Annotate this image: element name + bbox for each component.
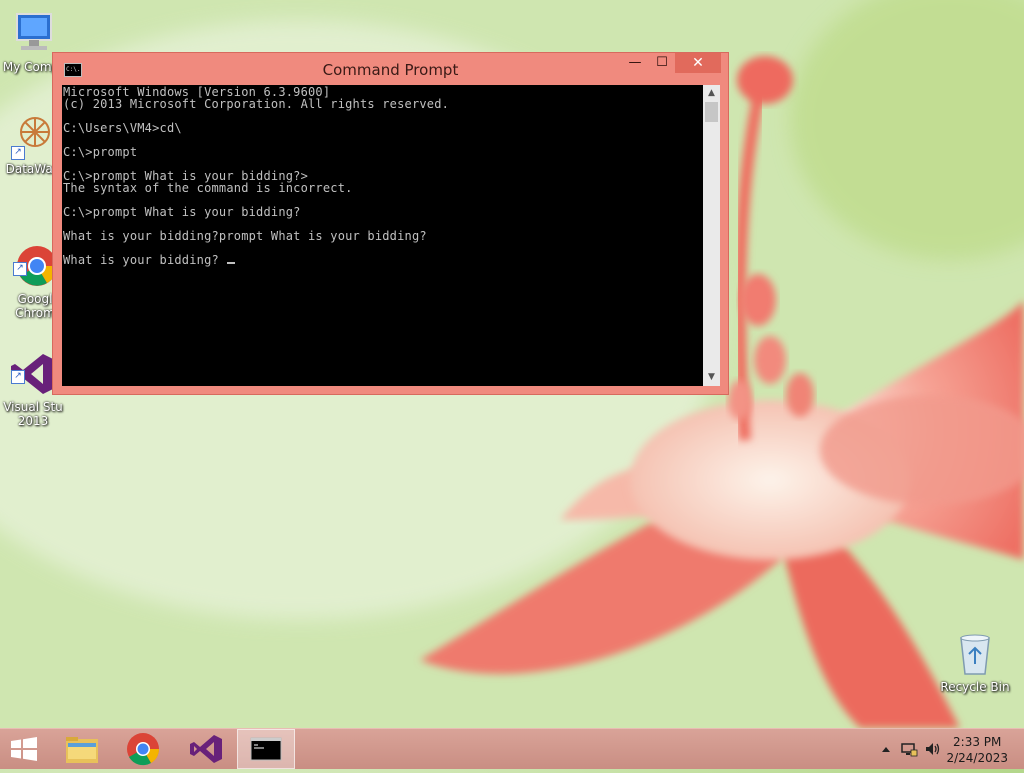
desktop-icon-label: Recycle Bin <box>940 680 1010 694</box>
taskbar: 2:33 PM 2/24/2023 <box>0 728 1024 769</box>
visual-studio-icon <box>190 735 222 763</box>
console-line: C:\>prompt What is your bidding? <box>63 205 301 219</box>
folder-icon <box>66 737 98 763</box>
console-line: C:\Users\VM4>cd\ <box>63 121 182 135</box>
recycle-bin-icon <box>951 630 999 678</box>
scroll-up-icon[interactable]: ▲ <box>703 85 720 102</box>
clock[interactable]: 2:33 PM 2/24/2023 <box>946 734 1008 766</box>
console-line: What is your bidding?prompt What is your… <box>63 229 427 243</box>
console-line: (c) 2013 Microsoft Corporation. All righ… <box>63 97 450 111</box>
console-text: Microsoft Windows [Version 6.3.9600] (c)… <box>62 85 703 266</box>
text-cursor <box>227 262 236 264</box>
command-prompt-window[interactable]: C:\. Command Prompt — ☐ ✕ Microsoft Wind… <box>52 52 729 395</box>
windows-logo-icon <box>11 737 37 761</box>
minimize-button[interactable]: — <box>621 53 649 73</box>
shortcut-arrow-icon: ↗ <box>13 262 27 276</box>
start-button[interactable] <box>0 729 48 769</box>
system-tray: 2:33 PM 2/24/2023 <box>864 729 1024 769</box>
network-icon[interactable] <box>900 740 918 758</box>
shortcut-arrow-icon: ↗ <box>11 146 25 160</box>
console-output[interactable]: Microsoft Windows [Version 6.3.9600] (c)… <box>62 85 703 386</box>
close-button[interactable]: ✕ <box>675 53 721 73</box>
desktop-icon-label: My Comp <box>2 60 60 74</box>
scroll-down-icon[interactable]: ▼ <box>703 369 720 386</box>
console-line: The syntax of the command is incorrect. <box>63 181 353 195</box>
desktop-icon-label: Visual Stu 2013 <box>3 400 63 428</box>
taskbar-file-explorer[interactable] <box>52 729 110 769</box>
chrome-icon <box>127 733 160 766</box>
maximize-button[interactable]: ☐ <box>649 53 675 73</box>
show-hidden-icons-icon[interactable] <box>880 743 892 755</box>
console-line: C:\>prompt <box>63 145 138 159</box>
clock-date: 2/24/2023 <box>946 751 1008 765</box>
datawag-icon: ↗ <box>9 112 57 160</box>
taskbar-command-prompt[interactable] <box>237 729 295 769</box>
taskbar-google-chrome[interactable] <box>114 729 172 769</box>
desktop-icon-label: Googl Chrom <box>15 292 55 320</box>
scroll-thumb[interactable] <box>705 102 718 122</box>
vertical-scrollbar[interactable]: ▲ ▼ <box>703 85 720 386</box>
cmd-icon <box>250 737 282 761</box>
shortcut-arrow-icon: ↗ <box>11 370 25 384</box>
volume-icon[interactable] <box>924 740 942 758</box>
computer-icon <box>7 10 55 58</box>
taskbar-visual-studio[interactable] <box>176 729 234 769</box>
desktop-icon-recycle-bin[interactable]: Recycle Bin <box>936 630 1014 694</box>
visual-studio-icon: ↗ <box>9 336 57 394</box>
window-titlebar[interactable]: C:\. Command Prompt — ☐ ✕ <box>53 53 728 85</box>
clock-time: 2:33 PM <box>953 735 1002 749</box>
console-line: What is your bidding? <box>63 253 227 267</box>
